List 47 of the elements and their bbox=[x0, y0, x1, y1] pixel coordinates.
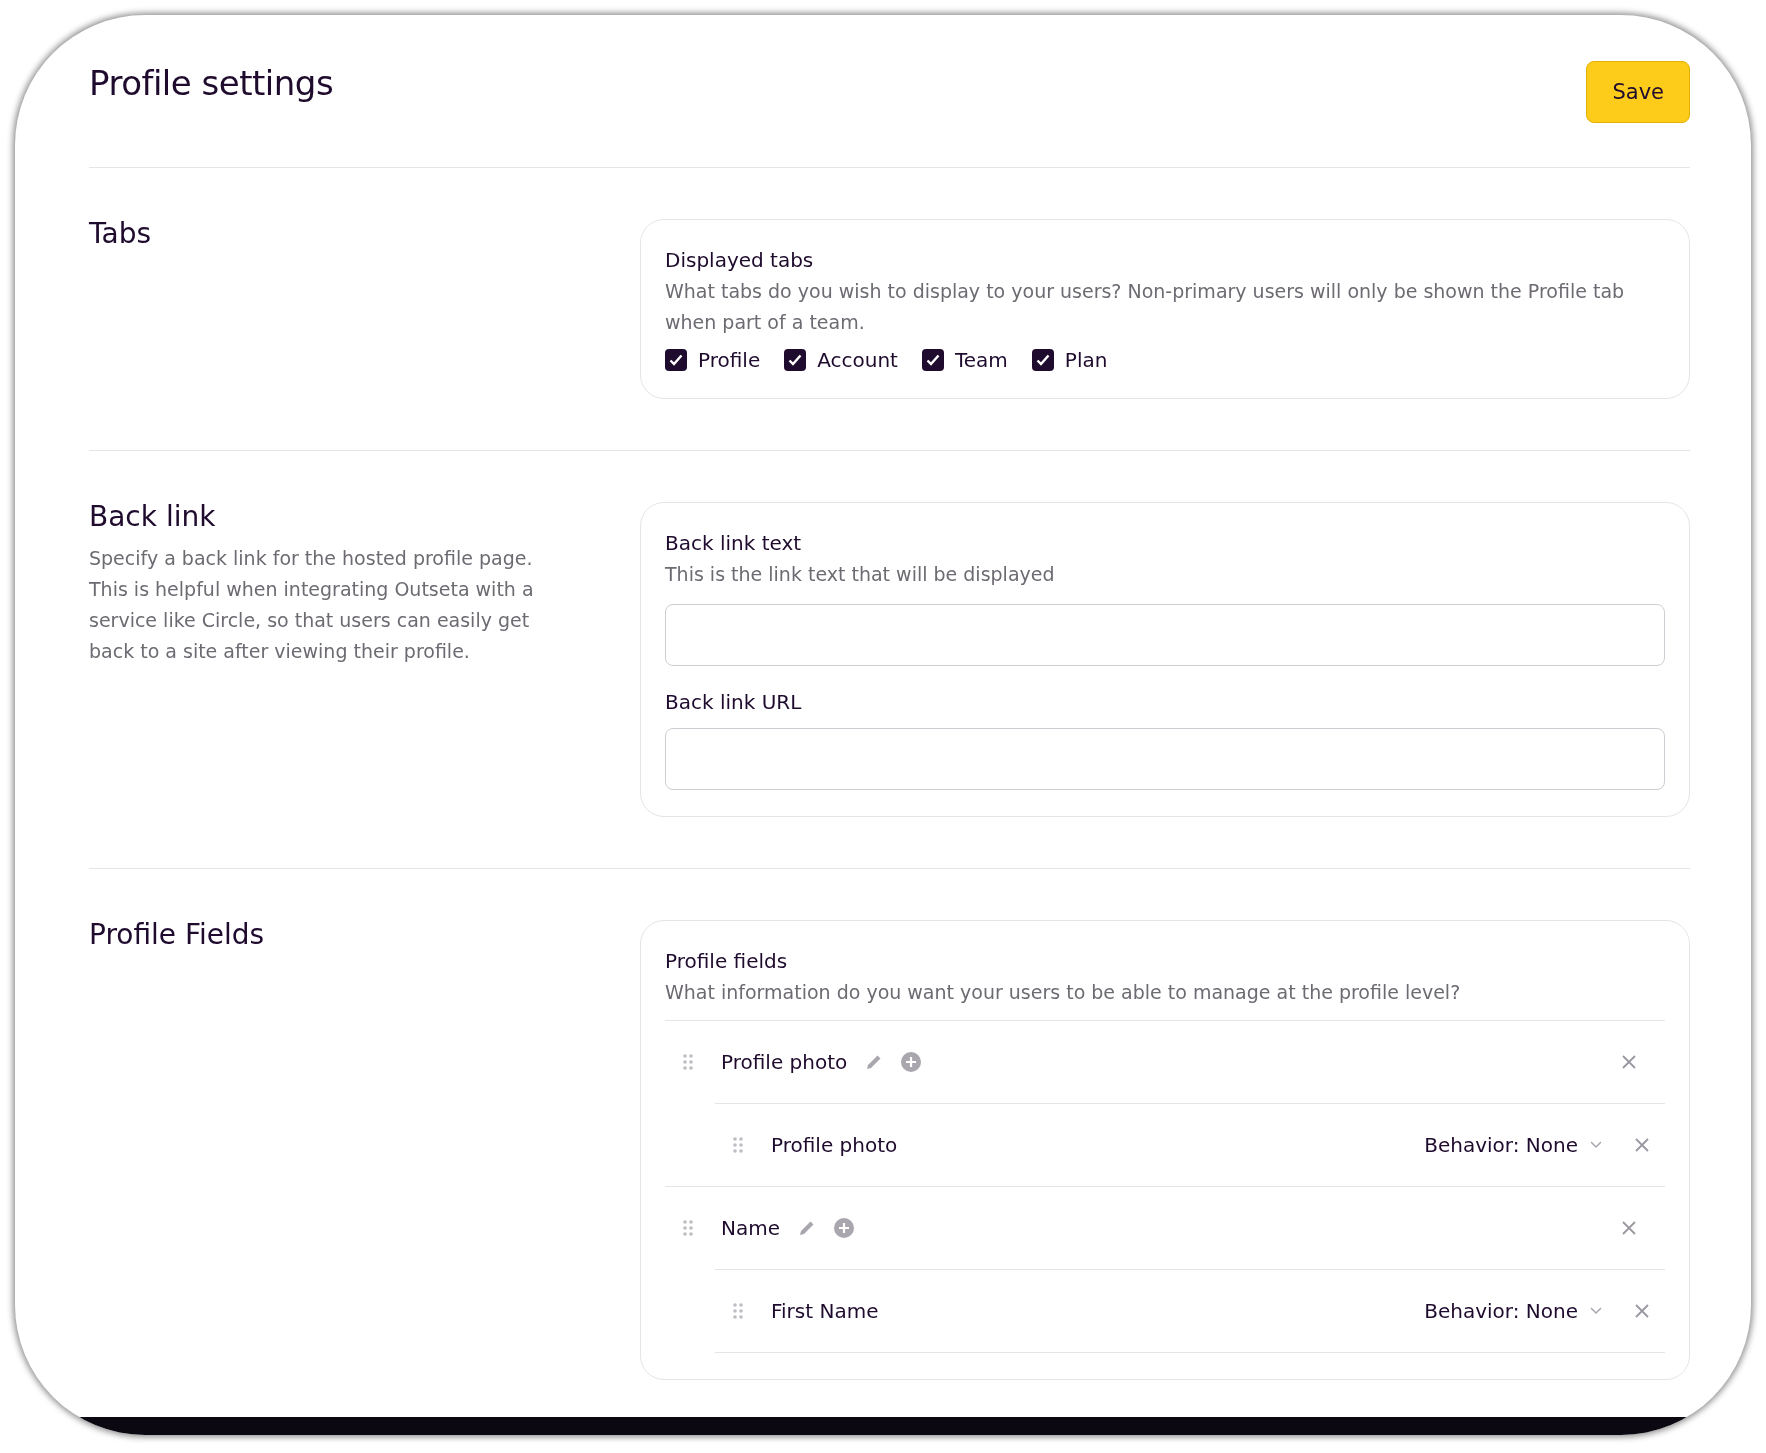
field-label: Back link text bbox=[665, 531, 803, 555]
checkbox-label: Profile bbox=[698, 348, 761, 372]
save-button[interactable]: Save bbox=[1586, 61, 1690, 123]
checkbox[interactable] bbox=[921, 349, 944, 371]
checkbox[interactable] bbox=[665, 349, 687, 371]
behavior-dropdown[interactable]: Behavior: None bbox=[1424, 1133, 1602, 1157]
behavior-dropdown[interactable]: Behavior: None bbox=[1424, 1299, 1602, 1323]
checkbox[interactable] bbox=[1031, 349, 1054, 371]
close-icon[interactable] bbox=[1634, 1303, 1650, 1319]
checkbox-label: Plan bbox=[1064, 348, 1108, 372]
field-hint: This is the link text that will be displayed bbox=[665, 562, 1056, 587]
field-label: Profile photo bbox=[771, 1133, 899, 1157]
checkbox[interactable] bbox=[784, 349, 807, 371]
chevron-down-icon[interactable] bbox=[1590, 1141, 1602, 1149]
checkbox-label: Account bbox=[817, 348, 898, 372]
drag-handle-icon[interactable] bbox=[683, 1220, 693, 1236]
card-description: What information do you want your users to be able to manage at the profile level? bbox=[665, 980, 1462, 1005]
field-label: First Name bbox=[771, 1299, 880, 1323]
checkbox-label: Team bbox=[954, 348, 1008, 372]
field-group-label: Name bbox=[721, 1216, 780, 1240]
plus-circle-icon[interactable] bbox=[834, 1218, 854, 1238]
input-field[interactable] bbox=[665, 604, 1665, 666]
checkmark-icon bbox=[788, 354, 803, 366]
drag-handle-icon[interactable] bbox=[733, 1137, 743, 1153]
card-title: Displayed tabs bbox=[665, 248, 815, 272]
close-icon[interactable] bbox=[1621, 1220, 1637, 1236]
input-field[interactable] bbox=[665, 728, 1665, 790]
close-icon[interactable] bbox=[1634, 1137, 1650, 1153]
section-title: Back link bbox=[89, 500, 217, 533]
page-title: Profile settings bbox=[89, 63, 334, 103]
drag-handle-icon[interactable] bbox=[733, 1303, 743, 1319]
field-group-label: Profile photo bbox=[721, 1050, 848, 1074]
close-icon[interactable] bbox=[1621, 1054, 1637, 1070]
pencil-icon[interactable] bbox=[798, 1219, 816, 1237]
section-description: Specify a back link for the hosted profile page. This is helpful when integrating Outseta with a service like Circle, so that users can easily get back to a site after viewing their profile. bbox=[89, 546, 535, 664]
pencil-icon[interactable] bbox=[865, 1053, 884, 1071]
field-label: Back link URL bbox=[665, 690, 803, 714]
checkmark-icon bbox=[925, 354, 940, 366]
chevron-down-icon[interactable] bbox=[1590, 1307, 1602, 1315]
drag-handle-icon[interactable] bbox=[683, 1054, 693, 1070]
card-title: Profile fields bbox=[665, 949, 789, 973]
card-description: What tabs do you wish to display to your users? Non-primary users will only be shown the Profile tab when part of a team. bbox=[665, 279, 1626, 335]
section-title: Tabs bbox=[89, 217, 152, 250]
checkmark-icon bbox=[669, 354, 683, 366]
checkmark-icon bbox=[1035, 354, 1050, 366]
plus-circle-icon[interactable] bbox=[901, 1052, 922, 1072]
section-title: Profile Fields bbox=[89, 918, 266, 951]
